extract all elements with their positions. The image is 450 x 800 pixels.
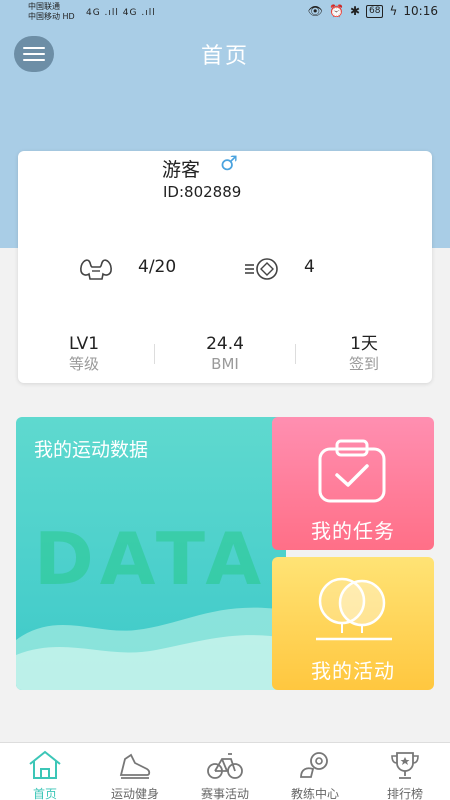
nav-ranking-label: 排行榜 bbox=[386, 787, 423, 800]
wave-decoration bbox=[16, 607, 286, 690]
checklist-icon bbox=[318, 439, 386, 503]
status-right: 👁 ⏰ ✱ 68 ϟ 10:16 bbox=[308, 4, 438, 18]
nav-events-label: 赛事活动 bbox=[200, 787, 249, 800]
nav-coach-label: 教练中心 bbox=[290, 787, 339, 800]
coach-icon bbox=[300, 752, 328, 778]
checkin-label: 签到 bbox=[348, 355, 379, 373]
bottom-nav: 首页 运动健身 赛事活动 教练中心 排行榜 bbox=[0, 742, 450, 800]
balloons-icon bbox=[316, 577, 392, 641]
nav-home-label: 首页 bbox=[32, 787, 57, 800]
my-sports-data-tile[interactable]: DATA 我的运动数据 bbox=[16, 417, 286, 690]
carrier-2: 中国移动 HD bbox=[28, 12, 75, 21]
activity-tile-label: 我的活动 bbox=[311, 659, 395, 683]
level-value: LV1 bbox=[68, 334, 100, 354]
nav-home[interactable]: 首页 bbox=[0, 743, 90, 800]
bmi-stat: 24.4 BMI bbox=[165, 334, 285, 374]
charging-icon: ϟ bbox=[389, 4, 398, 18]
nav-sports[interactable]: 运动健身 bbox=[90, 743, 180, 800]
workout-progress: 4/20 bbox=[138, 257, 177, 277]
nav-coach[interactable]: 教练中心 bbox=[270, 743, 360, 800]
signal-indicator: 4G .ıll 4G .ıll bbox=[86, 8, 156, 18]
coin-icon bbox=[245, 258, 278, 280]
shoe-icon bbox=[119, 753, 151, 779]
carrier-1: 中国联通 bbox=[28, 2, 60, 11]
data-tile-title: 我的运动数据 bbox=[34, 439, 149, 461]
profile-card: 游客 ♂ ID:802889 4/20 4 LV1 等级 24.4 BMI 1天… bbox=[18, 151, 432, 383]
level-label: 等级 bbox=[68, 355, 99, 373]
status-bar: 中国联通 中国移动 HD 4G .ıll 4G .ıll 👁 ⏰ ✱ 68 ϟ … bbox=[0, 0, 450, 26]
nav-sports-label: 运动健身 bbox=[110, 787, 159, 800]
bicycle-icon bbox=[207, 753, 243, 779]
checkin-value: 1天 bbox=[350, 334, 378, 354]
home-icon bbox=[29, 750, 61, 779]
nav-events[interactable]: 赛事活动 bbox=[180, 743, 270, 800]
divider bbox=[295, 344, 296, 364]
trophy-icon bbox=[391, 752, 419, 779]
my-task-tile[interactable]: 我的任务 bbox=[272, 417, 434, 550]
user-id: ID:802889 bbox=[163, 183, 242, 201]
bmi-label: BMI bbox=[211, 355, 239, 373]
divider bbox=[154, 344, 155, 364]
coin-count: 4 bbox=[304, 257, 315, 277]
battery-indicator: 68 bbox=[366, 4, 384, 18]
username: 游客 bbox=[162, 159, 201, 181]
male-icon: ♂ bbox=[220, 151, 238, 175]
bluetooth-icon: ✱ bbox=[349, 4, 361, 18]
bmi-value: 24.4 bbox=[206, 334, 244, 354]
my-activity-tile[interactable]: 我的活动 bbox=[272, 557, 434, 690]
page-title: 首页 bbox=[200, 44, 249, 69]
level-stat: LV1 等级 bbox=[24, 334, 144, 374]
carrier-info: 中国联通 中国移动 HD bbox=[28, 2, 75, 22]
status-time: 10:16 bbox=[403, 4, 438, 18]
nav-ranking[interactable]: 排行榜 bbox=[360, 743, 450, 800]
task-tile-label: 我的任务 bbox=[311, 519, 395, 543]
muscle-icon bbox=[80, 259, 112, 280]
checkin-stat: 1天 签到 bbox=[304, 334, 424, 374]
eye-icon: 👁 bbox=[307, 4, 324, 18]
alarm-icon: ⏰ bbox=[329, 4, 344, 18]
